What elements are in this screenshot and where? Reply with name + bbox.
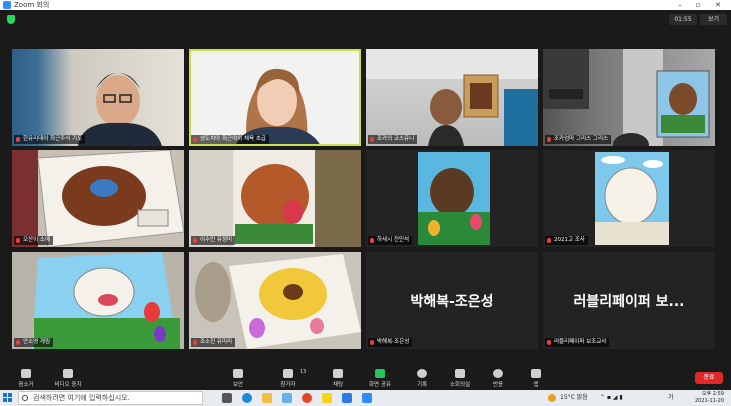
search-icon (22, 395, 28, 401)
participant-name: 이수민 유정미 (191, 236, 236, 245)
participant-name: 하세시 전민석 (368, 236, 413, 245)
participant-video (366, 49, 538, 146)
participant-display-name: 러블리페이퍼 보... (573, 293, 685, 310)
windows-start-icon[interactable] (3, 393, 13, 403)
muted-mic-icon (193, 238, 197, 243)
participant-name: 한유리데이 최근주식 기도 (14, 135, 86, 144)
windows-taskbar: 검색하려면 여기에 입력하십시오. 15°C 맑음 ⌃ ▪ ◢ ▮ 가 오후 2… (0, 390, 731, 406)
participant-video (12, 150, 184, 247)
record-icon (417, 369, 427, 378)
taskbar-search-input[interactable]: 검색하려면 여기에 입력하십시오. (18, 391, 203, 405)
kakaotalk-icon[interactable] (322, 393, 332, 403)
participant-name: 조소진 유미리 (191, 338, 236, 347)
microphone-icon (21, 369, 31, 378)
taskbar-clock[interactable]: 오후 2:59 2021-11-20 (688, 391, 724, 405)
video-tile[interactable]: 조소진 유미리 (189, 252, 361, 349)
file-explorer-icon[interactable] (262, 393, 272, 403)
weather-sun-icon (548, 394, 556, 402)
clock-date: 2021-11-20 (694, 398, 724, 404)
video-tile[interactable]: 조카엄마 그리스 그리스 (543, 49, 715, 146)
chat-icon (333, 369, 343, 378)
meeting-stage: 01:55 보기 한유리데이 최근주식 기도 성도치아 최근야외 체육 초급 조… (0, 10, 731, 366)
participant-name: 2021고 조사 (545, 236, 588, 245)
participant-video (78, 73, 162, 146)
video-tile[interactable]: 2021고 조사 (543, 150, 715, 247)
maximize-icon[interactable]: ▫ (690, 0, 706, 10)
clock-time: 오후 2:59 (701, 391, 724, 397)
participant-video (418, 152, 490, 245)
zoom-taskbar-icon[interactable] (362, 393, 372, 403)
muted-mic-icon (16, 238, 20, 243)
record-button[interactable]: 기록 (402, 366, 442, 390)
video-tile[interactable]: 조카의 코스유니 (366, 49, 538, 146)
video-tile[interactable]: 오산이 소예 (12, 150, 184, 247)
smiley-icon (493, 369, 503, 378)
window-title: Zoom 회의 (14, 1, 50, 9)
window-titlebar: Zoom 회의 – ▫ ✕ (0, 0, 731, 10)
view-button[interactable]: 보기 (700, 14, 727, 25)
video-tile[interactable]: 이수민 유정미 (189, 150, 361, 247)
minimize-icon[interactable]: – (672, 0, 688, 10)
muted-mic-icon (547, 340, 551, 345)
muted-mic-icon (370, 137, 374, 142)
muted-mic-icon (16, 137, 20, 142)
participant-name: 박해복-조은성 (368, 338, 413, 347)
muted-mic-icon (16, 340, 20, 345)
share-screen-icon (375, 369, 385, 378)
weather-status[interactable]: 15°C 맑음 (560, 390, 588, 406)
zoom-app-icon (3, 1, 11, 9)
participant-video (189, 150, 361, 247)
video-camera-icon (63, 369, 73, 378)
muted-mic-icon (547, 238, 551, 243)
participant-count: 13 (300, 369, 307, 375)
end-meeting-button[interactable]: 종료 (695, 372, 723, 384)
participant-display-name: 박해복-조은성 (410, 293, 494, 310)
participant-video (32, 252, 180, 349)
share-screen-button[interactable]: 화면 공유 (360, 366, 400, 390)
muted-mic-icon (370, 238, 374, 243)
shield-icon (233, 369, 243, 378)
chat-button[interactable]: 채팅 (318, 366, 358, 390)
video-tile-active-speaker[interactable]: 성도치아 최근야외 체육 초급 (189, 49, 361, 146)
edge-browser-icon[interactable] (242, 393, 252, 403)
chrome-icon[interactable] (302, 393, 312, 403)
video-tile[interactable]: 하세시 전민석 (366, 150, 538, 247)
reactions-button[interactable]: 반응 (478, 366, 518, 390)
participant-name: 조카엄마 그리스 그리스 (545, 135, 612, 144)
participant-name: 조카의 코스유니 (368, 135, 418, 144)
participant-name: 오산이 소예 (14, 236, 54, 245)
video-tile-camera-off[interactable]: 박해복-조은성 박해복-조은성 (366, 252, 538, 349)
encryption-shield-icon[interactable] (7, 15, 15, 24)
apps-button[interactable]: 앱 (516, 366, 556, 390)
breakout-rooms-icon (455, 369, 465, 378)
muted-mic-icon (193, 137, 197, 142)
input-language[interactable]: 가 (668, 390, 674, 406)
app-icon[interactable] (342, 393, 352, 403)
participant-video (235, 68, 321, 146)
close-icon[interactable]: ✕ (710, 0, 726, 10)
muted-mic-icon (370, 340, 374, 345)
mute-button[interactable]: 음소거 (6, 366, 46, 390)
participant-video (595, 152, 669, 245)
muted-mic-icon (193, 340, 197, 345)
participant-name: 성도치아 최근야외 체육 초급 (191, 135, 269, 144)
participant-video (543, 49, 710, 146)
participant-name: 안소영 게림 (14, 338, 54, 347)
tray-icons[interactable]: ⌃ ▪ ◢ ▮ (600, 390, 623, 406)
apps-grid-icon (531, 369, 541, 378)
participant-name: 러블리페이퍼 보조교사 (545, 338, 610, 347)
meeting-toolbar: 음소거 비디오 중지 보안 참가자 13 채팅 화면 공유 기록 소회의실 반응… (0, 366, 731, 390)
stop-video-button[interactable]: 비디오 중지 (48, 366, 88, 390)
video-tile[interactable]: 안소영 게림 (12, 252, 184, 349)
participant-video (195, 254, 361, 349)
video-tile[interactable]: 한유리데이 최근주식 기도 (12, 49, 184, 146)
security-button[interactable]: 보안 (218, 366, 258, 390)
store-icon[interactable] (282, 393, 292, 403)
muted-mic-icon (547, 137, 551, 142)
breakout-rooms-button[interactable]: 소회의실 (440, 366, 480, 390)
participants-icon (283, 369, 293, 378)
task-view-icon[interactable] (222, 393, 232, 403)
video-tile-camera-off[interactable]: 러블리페이퍼 보... 러블리페이퍼 보조교사 (543, 252, 715, 349)
meeting-timer: 01:55 (669, 14, 697, 25)
